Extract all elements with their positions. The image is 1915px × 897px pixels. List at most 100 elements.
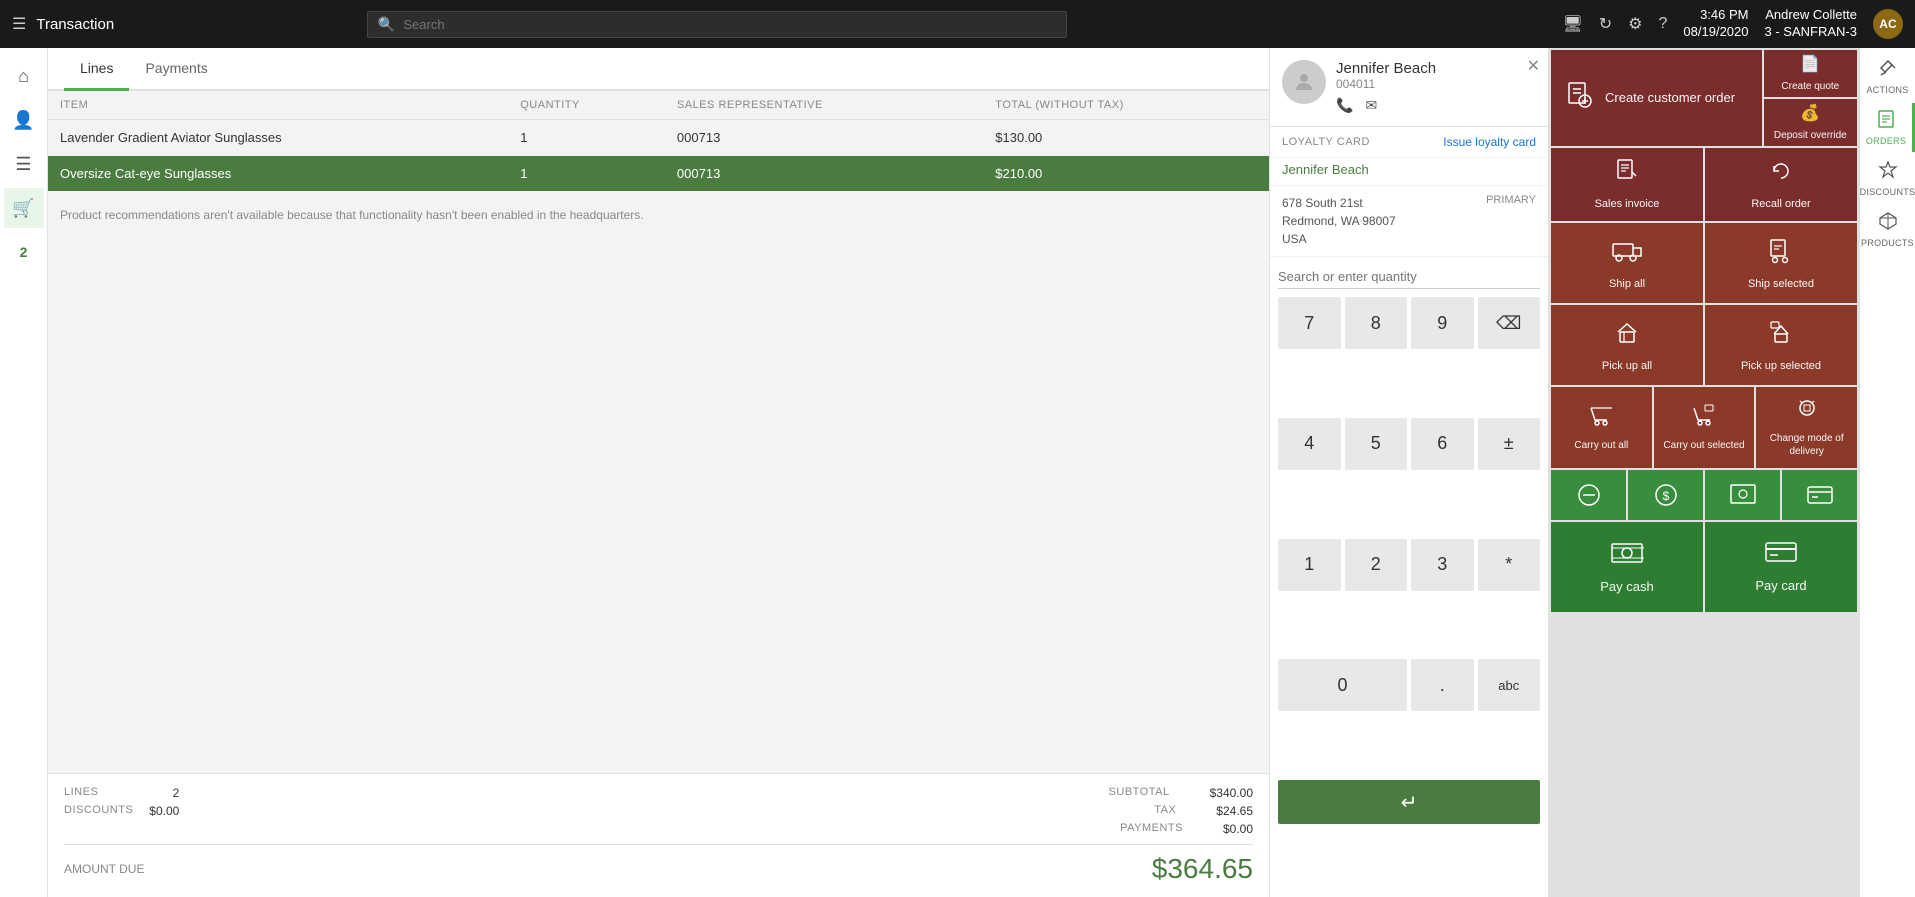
settings-icon[interactable]: ⚙ (1628, 14, 1642, 34)
right-icon-bar: ACTIONS ORDERS (1859, 48, 1915, 897)
item-quantity: 1 (508, 156, 665, 192)
tile-ship-selected-label: Ship selected (1748, 277, 1814, 291)
right-icon-orders[interactable]: ORDERS (1860, 103, 1915, 152)
tile-icon2[interactable]: $ (1628, 470, 1703, 520)
address-line2: Redmond, WA 98007 (1282, 212, 1396, 230)
right-icon-actions[interactable]: ACTIONS (1860, 52, 1915, 101)
sidebar-item-home[interactable]: ⌂ (4, 56, 44, 96)
loyalty-section: LOYALTY CARD Issue loyalty card (1270, 127, 1548, 158)
tile-row-7: Pay cash Pay card (1551, 522, 1857, 612)
tile-change-mode-delivery[interactable]: Change mode of delivery (1756, 387, 1857, 468)
tile-pay-cash[interactable]: Pay cash (1551, 522, 1703, 612)
tile-sales-invoice[interactable]: Sales invoice (1551, 148, 1703, 221)
phone-icon[interactable]: 📞 (1336, 97, 1353, 114)
tile-pick-up-selected[interactable]: Pick up selected (1705, 305, 1857, 385)
table-row[interactable]: Lavender Gradient Aviator Sunglasses 1 0… (48, 120, 1269, 156)
customer-header: Jennifer Beach 004011 📞 ✉ (1282, 60, 1536, 114)
tile-ship-all-label: Ship all (1609, 277, 1645, 291)
close-customer-button[interactable]: ✕ (1527, 56, 1540, 76)
loyalty-label: LOYALTY CARD (1282, 136, 1370, 148)
customer-avatar (1282, 60, 1326, 104)
orders-label: ORDERS (1866, 136, 1906, 146)
sidebar-item-cart[interactable]: 🛒 (4, 188, 44, 228)
help-icon[interactable]: ? (1659, 15, 1668, 33)
store-id: 3 - SANFRAN-3 (1765, 24, 1857, 41)
right-icon-discounts[interactable]: DISCOUNTS (1860, 154, 1915, 203)
key-3[interactable]: 3 (1411, 539, 1474, 591)
topbar-right: 🖥 ↻ ⚙ ? 3:46 PM 08/19/2020 Andrew Collet… (1562, 7, 1903, 41)
recommendation-message: Product recommendations aren't available… (48, 192, 1269, 238)
tile-icon3[interactable] (1705, 470, 1780, 520)
search-bar[interactable]: 🔍 (367, 11, 1067, 38)
key-plusminus[interactable]: ± (1478, 418, 1541, 470)
key-7[interactable]: 7 (1278, 297, 1341, 349)
change-mode-delivery-icon (1794, 397, 1820, 426)
key-decimal[interactable]: . (1411, 659, 1474, 711)
key-0[interactable]: 0 (1278, 659, 1407, 711)
item-rep: 000713 (665, 156, 983, 192)
avatar[interactable]: AC (1873, 9, 1903, 39)
tile-carry-out-selected[interactable]: Carry out selected (1654, 387, 1755, 468)
app-title: Transaction (36, 16, 114, 33)
main-content: Lines Payments ITEM QUANTITY SALES REPRE… (48, 48, 1269, 897)
svg-text:$: $ (1662, 489, 1669, 503)
sidebar-item-menu[interactable]: ☰ (4, 144, 44, 184)
key-2[interactable]: 2 (1345, 539, 1408, 591)
tile-create-customer-order[interactable]: Create customer order (1551, 50, 1762, 146)
pick-up-all-icon (1612, 318, 1642, 353)
key-5[interactable]: 5 (1345, 418, 1408, 470)
tile-ship-selected[interactable]: Ship selected (1705, 223, 1857, 303)
key-multiply[interactable]: * (1478, 539, 1541, 591)
search-input[interactable] (403, 17, 1056, 32)
tile-deposit-override-label: Deposit override (1774, 129, 1847, 142)
numpad-grid: 7 8 9 ⌫ 4 5 6 ± 1 2 3 * 0 . abc ↵ (1278, 297, 1540, 889)
right-icon-products[interactable]: PRODUCTS (1860, 205, 1915, 254)
left-sidebar: ⌂ 👤 ☰ 🛒 2 (0, 48, 48, 897)
discounts-label: DISCOUNTS (1860, 187, 1915, 197)
item-quantity: 1 (508, 120, 665, 156)
products-label: PRODUCTS (1861, 238, 1914, 248)
key-8[interactable]: 8 (1345, 297, 1408, 349)
screen-icon[interactable]: 🖥 (1562, 14, 1582, 34)
customer-contacts: 📞 ✉ (1336, 97, 1536, 114)
tile-create-quote[interactable]: 📄 Create quote (1764, 50, 1857, 97)
app-layout: ⌂ 👤 ☰ 🛒 2 Lines Payments ITEM QUANTITY S… (0, 48, 1915, 897)
tile-icon4[interactable] (1782, 470, 1857, 520)
tile-deposit-override[interactable]: 💰 Deposit override (1764, 99, 1857, 146)
tile-carry-out-all[interactable]: Carry out all (1551, 387, 1652, 468)
key-enter[interactable]: ↵ (1278, 780, 1540, 824)
tile-icon1[interactable] (1551, 470, 1626, 520)
products-icon (1878, 211, 1898, 236)
tab-payments[interactable]: Payments (129, 48, 223, 91)
hamburger-menu-icon[interactable]: ☰ (12, 14, 26, 34)
orders-icon (1876, 109, 1896, 134)
item-name: Lavender Gradient Aviator Sunglasses (48, 120, 508, 156)
numpad-search[interactable] (1278, 265, 1540, 289)
key-4[interactable]: 4 (1278, 418, 1341, 470)
issue-loyalty-link[interactable]: Issue loyalty card (1443, 135, 1536, 149)
email-icon[interactable]: ✉ (1365, 97, 1377, 114)
loyalty-name-section: Jennifer Beach (1270, 158, 1548, 186)
actions-icon (1878, 58, 1898, 83)
key-6[interactable]: 6 (1411, 418, 1474, 470)
discounts-value: $0.00 (149, 804, 179, 818)
key-abc[interactable]: abc (1478, 659, 1541, 711)
date-display: 08/19/2020 (1683, 24, 1748, 41)
refresh-icon[interactable]: ↻ (1599, 14, 1612, 34)
sidebar-item-users[interactable]: 👤 (4, 100, 44, 140)
tab-lines[interactable]: Lines (64, 48, 129, 91)
tile-pay-card[interactable]: Pay card (1705, 522, 1857, 612)
key-9[interactable]: 9 (1411, 297, 1474, 349)
key-backspace[interactable]: ⌫ (1478, 297, 1541, 349)
tile-create-customer-order-label: Create customer order (1605, 90, 1735, 107)
sidebar-item-number[interactable]: 2 (4, 232, 44, 272)
carry-out-all-icon (1588, 404, 1614, 433)
key-1[interactable]: 1 (1278, 539, 1341, 591)
tax-value: $24.65 (1216, 804, 1253, 818)
tile-pick-up-all[interactable]: Pick up all (1551, 305, 1703, 385)
table-row-selected[interactable]: Oversize Cat-eye Sunglasses 1 000713 $21… (48, 156, 1269, 192)
amount-due-label: AMOUNT DUE (64, 862, 144, 876)
tile-ship-all[interactable]: Ship all (1551, 223, 1703, 303)
footer-totals: LINES 2 DISCOUNTS $0.00 SUBTOTAL $340.00… (48, 773, 1269, 897)
tile-recall-order[interactable]: Recall order (1705, 148, 1857, 221)
